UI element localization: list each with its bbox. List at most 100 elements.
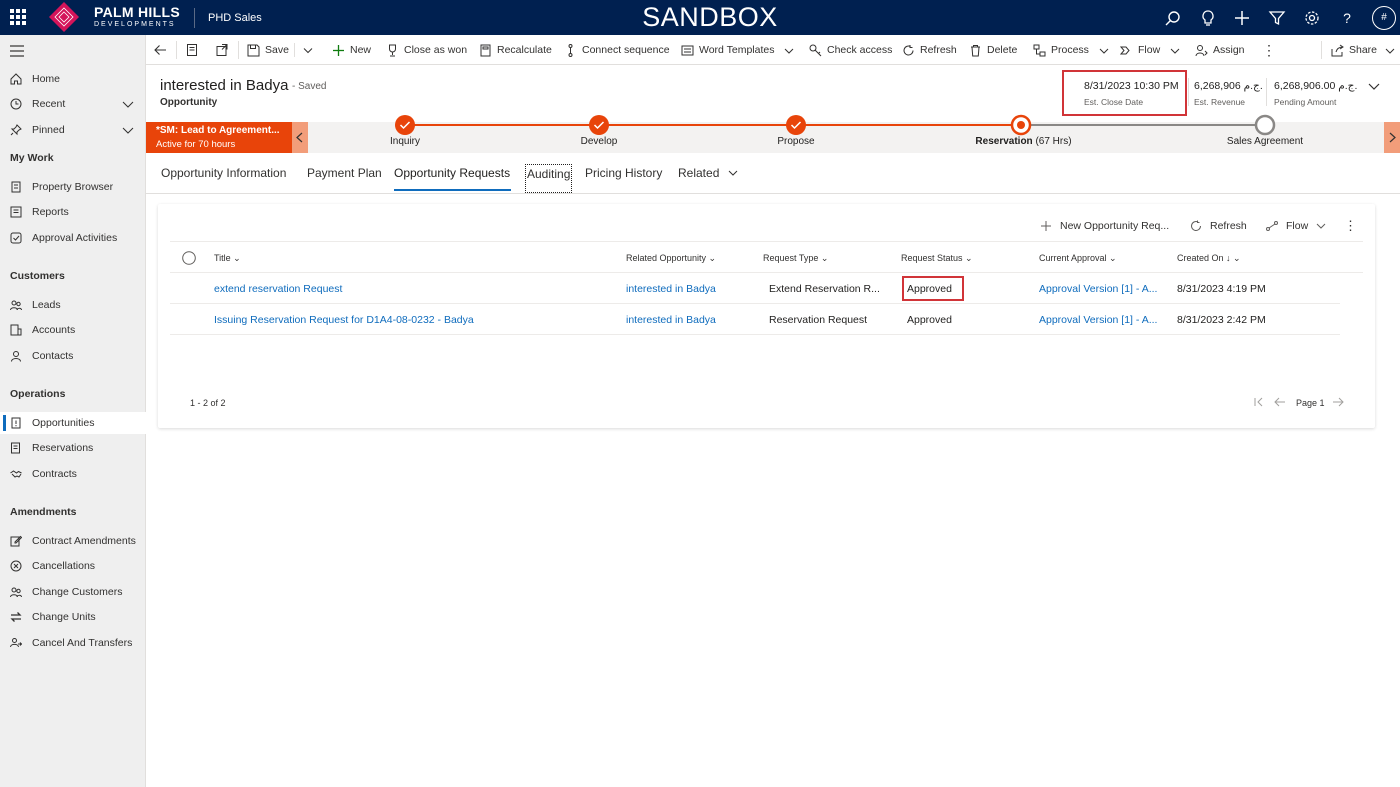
sidebar-item-label: Contacts xyxy=(32,350,74,362)
column-header-current-approval[interactable]: Current Approval ⌄ xyxy=(1039,253,1117,264)
column-header-related-opportunity[interactable]: Related Opportunity ⌄ xyxy=(626,253,716,264)
sidebar-item-label: Property Browser xyxy=(32,181,114,193)
flow-button[interactable]: Flow xyxy=(1120,42,1185,58)
sidebar-item-label: Contracts xyxy=(32,468,77,480)
column-header-created-on[interactable]: Created On ↓ ⌄ xyxy=(1177,253,1241,264)
sidebar-item-accounts[interactable]: Accounts xyxy=(0,319,146,341)
report-icon xyxy=(10,206,22,218)
record-count: 1 - 2 of 2 xyxy=(190,398,226,408)
word-icon xyxy=(681,45,694,55)
delete-button[interactable]: Delete xyxy=(969,42,1017,58)
tab-opportunity-requests[interactable]: Opportunity Requests xyxy=(394,166,510,180)
table-row[interactable]: extend reservation Request interested in… xyxy=(170,273,1340,304)
sidebar-item-cancel-and-transfers[interactable]: Cancel And Transfers xyxy=(0,632,146,654)
related-opportunity-link[interactable]: interested in Badya xyxy=(626,314,716,326)
stage-previous-button[interactable] xyxy=(292,122,308,153)
divider xyxy=(194,8,195,28)
row-title-link[interactable]: Issuing Reservation Request for D1A4-08-… xyxy=(214,314,474,326)
sidebar-item-change-units[interactable]: Change Units xyxy=(0,606,146,628)
sidebar-item-contract-amendments[interactable]: Contract Amendments xyxy=(0,530,146,552)
sidebar-item-approval-activities[interactable]: Approval Activities xyxy=(0,227,146,249)
sidebar-item-property-browser[interactable]: Property Browser xyxy=(0,176,146,198)
sidebar-item-label: Change Customers xyxy=(32,586,123,598)
home-icon xyxy=(10,73,22,85)
refresh-button[interactable]: Refresh xyxy=(902,42,957,58)
new-opportunity-request-button[interactable]: New Opportunity Req... xyxy=(1040,220,1169,232)
header-field-est-revenue[interactable]: 6,268,906 ج.م. Est. Revenue xyxy=(1194,80,1263,107)
open-in-new-window-icon[interactable] xyxy=(216,42,228,58)
search-icon[interactable] xyxy=(1164,9,1182,27)
recalculate-button[interactable]: Recalculate xyxy=(479,42,552,58)
close-as-won-button[interactable]: Close as won xyxy=(386,42,467,58)
sidebar-item-contacts[interactable]: Contacts xyxy=(0,345,146,367)
avatar[interactable]: # xyxy=(1372,6,1396,30)
sidebar-item-label: Home xyxy=(32,73,61,85)
header-field-pending-amount[interactable]: 6,268,906.00 ج.م. Pending Amount xyxy=(1274,80,1357,107)
chevron-down-icon[interactable] xyxy=(122,98,134,110)
swap-icon xyxy=(10,612,22,622)
clock-icon xyxy=(10,98,22,110)
calculator-icon xyxy=(480,44,491,56)
sidebar-item-reports[interactable]: Reports xyxy=(0,201,146,223)
chevron-down-icon[interactable] xyxy=(122,124,134,136)
sidebar-item-recent[interactable]: Recent xyxy=(0,93,146,115)
sidebar-item-leads[interactable]: Leads xyxy=(0,294,146,316)
palm-hills-logo xyxy=(49,2,79,32)
connect-sequence-button[interactable]: Connect sequence xyxy=(564,42,670,58)
row-title-link[interactable]: extend reservation Request xyxy=(214,283,342,295)
sidebar-item-pinned[interactable]: Pinned xyxy=(0,119,146,141)
help-icon[interactable]: ? xyxy=(1338,9,1356,27)
chevron-down-icon[interactable] xyxy=(1368,82,1380,92)
sitemap-sidebar: Home Recent Pinned My Work Property Brow… xyxy=(0,35,146,787)
tab-related[interactable]: Related xyxy=(678,166,738,180)
next-page-icon[interactable] xyxy=(1332,396,1344,408)
sidebar-group-title: Amendments xyxy=(10,506,77,518)
first-page-icon[interactable] xyxy=(1253,396,1265,408)
tab-pricing-history[interactable]: Pricing History xyxy=(585,166,662,180)
table-row[interactable]: Issuing Reservation Request for D1A4-08-… xyxy=(170,304,1340,335)
sidebar-item-contracts[interactable]: Contracts xyxy=(0,463,146,485)
filter-icon[interactable] xyxy=(1268,9,1286,27)
previous-page-icon[interactable] xyxy=(1274,396,1286,408)
chevron-down-icon[interactable] xyxy=(303,42,313,58)
sidebar-item-opportunities[interactable]: Opportunities xyxy=(0,412,146,434)
lightbulb-icon[interactable] xyxy=(1199,9,1217,27)
plus-icon[interactable] xyxy=(1233,9,1251,27)
hamburger-menu-icon[interactable] xyxy=(10,45,24,57)
share-button[interactable]: Share xyxy=(1331,42,1400,58)
column-header-title[interactable]: Title ⌄ xyxy=(214,253,241,264)
sidebar-item-home[interactable]: Home xyxy=(0,68,146,90)
app-name[interactable]: PHD Sales xyxy=(208,12,262,24)
tab-opportunity-information[interactable]: Opportunity Information xyxy=(161,166,286,180)
close-as-won-label: Close as won xyxy=(404,44,468,56)
brand-subtitle: DEVELOPMENTS xyxy=(94,21,176,28)
select-all-checkbox[interactable] xyxy=(182,251,196,265)
grid-refresh-button[interactable]: Refresh xyxy=(1190,220,1247,232)
more-commands-icon[interactable]: ⋮ xyxy=(1262,42,1276,58)
process-name-box[interactable]: *SM: Lead to Agreement... Active for 70 … xyxy=(146,122,292,153)
column-header-request-status[interactable]: Request Status ⌄ xyxy=(901,253,973,264)
word-templates-button[interactable]: Word Templates xyxy=(681,42,799,58)
tab-payment-plan[interactable]: Payment Plan xyxy=(307,166,382,180)
related-opportunity-link[interactable]: interested in Badya xyxy=(626,283,716,295)
gear-icon[interactable] xyxy=(1303,9,1321,27)
back-arrow-icon[interactable] xyxy=(154,42,167,58)
save-button[interactable]: Save xyxy=(247,42,289,58)
tab-auditing[interactable]: Auditing xyxy=(525,164,573,193)
new-button[interactable]: New xyxy=(332,42,371,58)
stage-next-button[interactable] xyxy=(1384,122,1400,153)
sidebar-item-change-customers[interactable]: Change Customers xyxy=(0,581,146,603)
current-approval-link[interactable]: Approval Version [1] - A... xyxy=(1039,283,1157,295)
current-approval-link[interactable]: Approval Version [1] - A... xyxy=(1039,314,1157,326)
sidebar-item-reservations[interactable]: Reservations xyxy=(0,437,146,459)
assign-icon xyxy=(1195,44,1208,56)
form-icon[interactable] xyxy=(186,42,198,58)
more-grid-commands-icon[interactable]: ⋮ xyxy=(1344,218,1357,234)
check-access-button[interactable]: Check access xyxy=(809,42,892,58)
column-header-request-type[interactable]: Request Type ⌄ xyxy=(763,253,828,264)
grid-flow-button[interactable]: Flow xyxy=(1266,220,1334,232)
process-button[interactable]: Process xyxy=(1033,42,1114,58)
app-launcher-icon[interactable] xyxy=(10,9,26,25)
sidebar-item-cancellations[interactable]: Cancellations xyxy=(0,555,146,577)
assign-button[interactable]: Assign xyxy=(1195,42,1245,58)
